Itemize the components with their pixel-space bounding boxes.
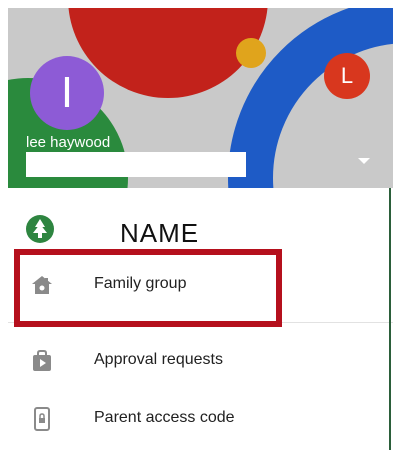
- annotation-highlight-box: [14, 249, 282, 327]
- account-email-redacted: [26, 152, 246, 177]
- header-decoration-yellow: [236, 38, 266, 68]
- current-account-avatar[interactable]: I: [30, 56, 104, 130]
- name-annotation: NAME: [120, 218, 200, 248]
- account-row[interactable]: NAME: [8, 188, 393, 254]
- phone-lock-icon: [34, 407, 50, 431]
- account-tree-icon: [26, 215, 54, 243]
- account-name: lee haywood: [26, 134, 111, 151]
- menu-item-label: Parent access code: [94, 409, 235, 426]
- menu-item-label: Approval requests: [94, 351, 223, 368]
- menu-item-parent-access-code[interactable]: Parent access code: [8, 390, 393, 448]
- play-store-bag-icon: [33, 350, 51, 371]
- menu-item-approval-requests[interactable]: Approval requests: [8, 332, 393, 390]
- account-switcher-dropdown-icon[interactable]: [358, 158, 370, 164]
- drawer-edge: [389, 188, 391, 450]
- drawer-header: I L lee haywood: [8, 8, 393, 188]
- other-account-avatar[interactable]: L: [324, 53, 370, 99]
